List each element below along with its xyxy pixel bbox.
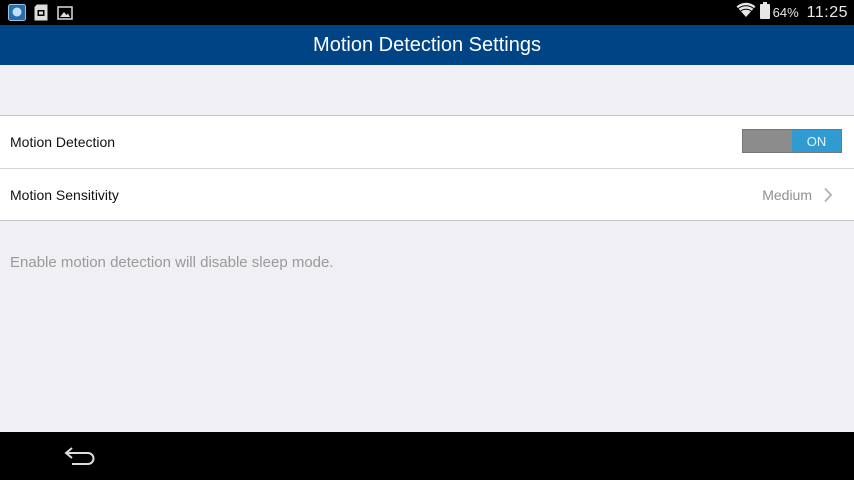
notification-icons <box>8 4 80 21</box>
motion-sensitivity-row[interactable]: Motion Sensitivity Medium <box>0 168 854 220</box>
back-button[interactable] <box>60 444 100 470</box>
app-header: Motion Detection Settings <box>0 25 854 65</box>
motion-sensitivity-label: Motion Sensitivity <box>10 186 119 203</box>
motion-detection-toggle[interactable]: ON <box>742 129 842 153</box>
clock: 11:25 <box>806 3 848 21</box>
back-arrow-icon <box>62 444 98 471</box>
wifi-icon <box>736 2 756 23</box>
motion-detection-label: Motion Detection <box>10 134 116 150</box>
motion-detection-row: Motion Detection ON <box>0 116 854 168</box>
chevron-right-icon <box>820 187 836 203</box>
settings-list: Motion Detection ON Motion Sensitivity M… <box>0 115 854 221</box>
battery-percentage: 64% <box>772 5 799 20</box>
sleep-mode-note: Enable motion detection will disable sle… <box>10 254 334 271</box>
battery-icon <box>759 1 770 24</box>
navigation-bar <box>0 432 854 480</box>
image-icon <box>56 4 74 21</box>
status-bar: 64% 11:25 <box>0 0 854 25</box>
system-indicators: 64% 11:25 <box>736 1 848 24</box>
toggle-state-label: ON <box>806 133 827 149</box>
motion-sensitivity-value: Medium <box>762 187 812 203</box>
app-notification-icon <box>8 4 26 21</box>
settings-content: Motion Detection ON Motion Sensitivity M… <box>0 65 854 432</box>
sd-card-icon <box>32 4 50 21</box>
page-title: Motion Detection Settings <box>313 33 541 56</box>
toggle-on-segment: ON <box>792 130 841 152</box>
